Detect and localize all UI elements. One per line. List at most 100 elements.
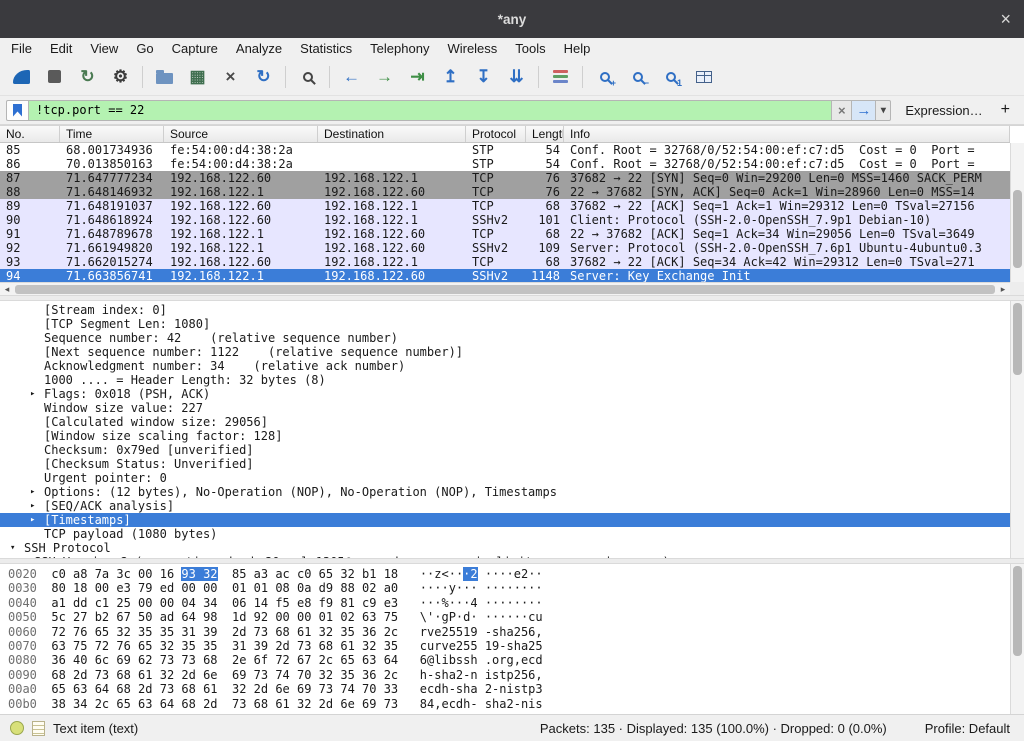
menu-telephony[interactable]: Telephony <box>361 41 438 56</box>
go-back-icon[interactable]: ← <box>336 63 367 91</box>
menu-wireless[interactable]: Wireless <box>438 41 506 56</box>
packet-row-94[interactable]: 9471.663856741192.168.122.1192.168.122.6… <box>0 269 1010 282</box>
go-forward-icon[interactable]: → <box>369 63 400 91</box>
capture-options-icon[interactable]: ⚙ <box>105 63 136 91</box>
menu-file[interactable]: File <box>2 41 41 56</box>
packet-row-85[interactable]: 8568.001734936fe:54:00:d4:38:2aSTP54Conf… <box>0 143 1010 157</box>
detail-line[interactable]: ▸Flags: 0x018 (PSH, ACK) <box>0 387 1010 401</box>
profile-status[interactable]: Profile: Default <box>925 721 1014 736</box>
column-header-no[interactable]: No. <box>0 126 60 142</box>
hex-vscrollbar[interactable] <box>1010 564 1024 714</box>
close-icon[interactable]: × <box>1000 10 1011 28</box>
detail-line[interactable]: Acknowledgment number: 34 (relative ack … <box>0 359 1010 373</box>
vscroll-thumb[interactable] <box>1013 190 1022 268</box>
packet-row-86[interactable]: 8670.013850163fe:54:00:d4:38:2aSTP54Conf… <box>0 157 1010 171</box>
menu-capture[interactable]: Capture <box>163 41 227 56</box>
hex-row-00a0[interactable]: 00a0 65 63 64 68 2d 73 68 61 32 2d 6e 69… <box>0 682 1010 696</box>
save-file-icon[interactable]: ▦ <box>182 63 213 91</box>
detail-line[interactable]: ▸Options: (12 bytes), No-Operation (NOP)… <box>0 485 1010 499</box>
scroll-right-icon[interactable]: ▸ <box>996 283 1010 295</box>
start-capture-icon[interactable] <box>6 63 37 91</box>
expand-arrow-icon[interactable]: ▸ <box>28 485 44 499</box>
column-header-destination[interactable]: Destination <box>318 126 466 142</box>
column-header-time[interactable]: Time <box>60 126 164 142</box>
capture-comment-icon[interactable] <box>32 721 45 736</box>
apply-filter-icon[interactable]: → <box>852 100 876 121</box>
colorize-icon[interactable] <box>545 63 576 91</box>
menu-statistics[interactable]: Statistics <box>291 41 361 56</box>
column-header-length[interactable]: Length <box>526 126 564 142</box>
detail-line[interactable]: ▾SSH Protocol <box>0 541 1010 555</box>
detail-line[interactable]: [Window size scaling factor: 128] <box>0 429 1010 443</box>
menu-edit[interactable]: Edit <box>41 41 81 56</box>
display-filter-input[interactable]: !tcp.port == 22 <box>29 100 832 121</box>
menu-analyze[interactable]: Analyze <box>227 41 291 56</box>
packet-row-90[interactable]: 9071.648618924192.168.122.60192.168.122.… <box>0 213 1010 227</box>
detail-line[interactable]: [Calculated window size: 29056] <box>0 415 1010 429</box>
zoom-out-icon[interactable]: − <box>622 63 653 91</box>
detail-line[interactable]: ▸[Timestamps] <box>0 513 1010 527</box>
menu-go[interactable]: Go <box>127 41 162 56</box>
packet-row-87[interactable]: 8771.647777234192.168.122.60192.168.122.… <box>0 171 1010 185</box>
packet-row-92[interactable]: 9271.661949820192.168.122.1192.168.122.6… <box>0 241 1010 255</box>
detail-line[interactable]: [Next sequence number: 1122 (relative se… <box>0 345 1010 359</box>
add-filter-button[interactable]: + <box>993 101 1018 119</box>
column-header-protocol[interactable]: Protocol <box>466 126 526 142</box>
auto-scroll-icon[interactable]: ⇊ <box>501 63 532 91</box>
detail-line[interactable]: TCP payload (1080 bytes) <box>0 527 1010 541</box>
close-file-icon[interactable]: × <box>215 63 246 91</box>
expert-info-icon[interactable] <box>10 721 24 735</box>
resize-columns-icon[interactable] <box>688 63 719 91</box>
expand-arrow-icon[interactable]: ▾ <box>8 541 24 555</box>
hex-row-0020[interactable]: 0020 c0 a8 7a 3c 00 16 93 32 85 a3 ac c0… <box>0 567 1010 581</box>
detail-line[interactable]: Window size value: 227 <box>0 401 1010 415</box>
hex-row-0040[interactable]: 0040 a1 dd c1 25 00 00 04 34 06 14 f5 e8… <box>0 596 1010 610</box>
stop-capture-icon[interactable] <box>39 63 70 91</box>
packet-list-vscrollbar[interactable] <box>1010 143 1024 282</box>
restart-capture-icon[interactable]: ↻ <box>72 63 103 91</box>
packet-list-hscrollbar[interactable]: ◂ ▸ <box>0 282 1010 295</box>
packet-row-88[interactable]: 8871.648146932192.168.122.1192.168.122.6… <box>0 185 1010 199</box>
reload-file-icon[interactable]: ↻ <box>248 63 279 91</box>
hex-row-00b0[interactable]: 00b0 38 34 2c 65 63 64 68 2d 73 68 61 32… <box>0 697 1010 711</box>
scroll-left-icon[interactable]: ◂ <box>0 283 14 295</box>
detail-line[interactable]: [TCP Segment Len: 1080] <box>0 317 1010 331</box>
column-header-source[interactable]: Source <box>164 126 318 142</box>
detail-line[interactable]: SSH Version 2 (encryption:chacha20-poly1… <box>0 555 1010 558</box>
expand-arrow-icon[interactable]: ▸ <box>28 387 44 401</box>
go-last-packet-icon[interactable]: ↧ <box>468 63 499 91</box>
go-to-packet-icon[interactable]: ⇥ <box>402 63 433 91</box>
details-vscrollbar[interactable] <box>1010 301 1024 558</box>
detail-line[interactable]: 1000 .... = Header Length: 32 bytes (8) <box>0 373 1010 387</box>
vscroll-thumb[interactable] <box>1013 566 1022 656</box>
hex-row-0060[interactable]: 0060 72 76 65 32 35 35 31 39 2d 73 68 61… <box>0 625 1010 639</box>
expand-arrow-icon[interactable]: ▸ <box>28 513 44 527</box>
zoom-100-icon[interactable]: 1 <box>655 63 686 91</box>
vscroll-thumb[interactable] <box>1013 303 1022 375</box>
column-header-info[interactable]: Info <box>564 126 1010 142</box>
hex-row-0030[interactable]: 0030 80 18 00 e3 79 ed 00 00 01 01 08 0a… <box>0 581 1010 595</box>
packet-row-93[interactable]: 9371.662015274192.168.122.60192.168.122.… <box>0 255 1010 269</box>
bookmark-button[interactable] <box>6 100 29 121</box>
packet-row-91[interactable]: 9171.648789678192.168.122.1192.168.122.6… <box>0 227 1010 241</box>
hex-row-0090[interactable]: 0090 68 2d 73 68 61 32 2d 6e 69 73 74 70… <box>0 668 1010 682</box>
packet-row-89[interactable]: 8971.648191037192.168.122.60192.168.122.… <box>0 199 1010 213</box>
find-packet-icon[interactable] <box>292 63 323 91</box>
detail-line[interactable]: [Stream index: 0] <box>0 303 1010 317</box>
menu-view[interactable]: View <box>81 41 127 56</box>
zoom-in-icon[interactable]: + <box>589 63 620 91</box>
expression-button[interactable]: Expression… <box>891 103 992 118</box>
hex-row-0050[interactable]: 0050 5c 27 b2 67 50 ad 64 98 1d 92 00 00… <box>0 610 1010 624</box>
menu-help[interactable]: Help <box>555 41 600 56</box>
clear-filter-icon[interactable]: × <box>832 100 852 121</box>
detail-line[interactable]: [Checksum Status: Unverified] <box>0 457 1010 471</box>
hex-row-0080[interactable]: 0080 36 40 6c 69 62 73 73 68 2e 6f 72 67… <box>0 653 1010 667</box>
detail-line[interactable]: Checksum: 0x79ed [unverified] <box>0 443 1010 457</box>
hex-row-0070[interactable]: 0070 63 75 72 76 65 32 35 35 31 39 2d 73… <box>0 639 1010 653</box>
detail-line[interactable]: ▸[SEQ/ACK analysis] <box>0 499 1010 513</box>
filter-dropdown-icon[interactable]: ▾ <box>876 100 891 121</box>
open-file-icon[interactable] <box>149 63 180 91</box>
expand-arrow-icon[interactable]: ▸ <box>28 499 44 513</box>
go-first-packet-icon[interactable]: ↥ <box>435 63 466 91</box>
hscroll-thumb[interactable] <box>15 285 995 294</box>
